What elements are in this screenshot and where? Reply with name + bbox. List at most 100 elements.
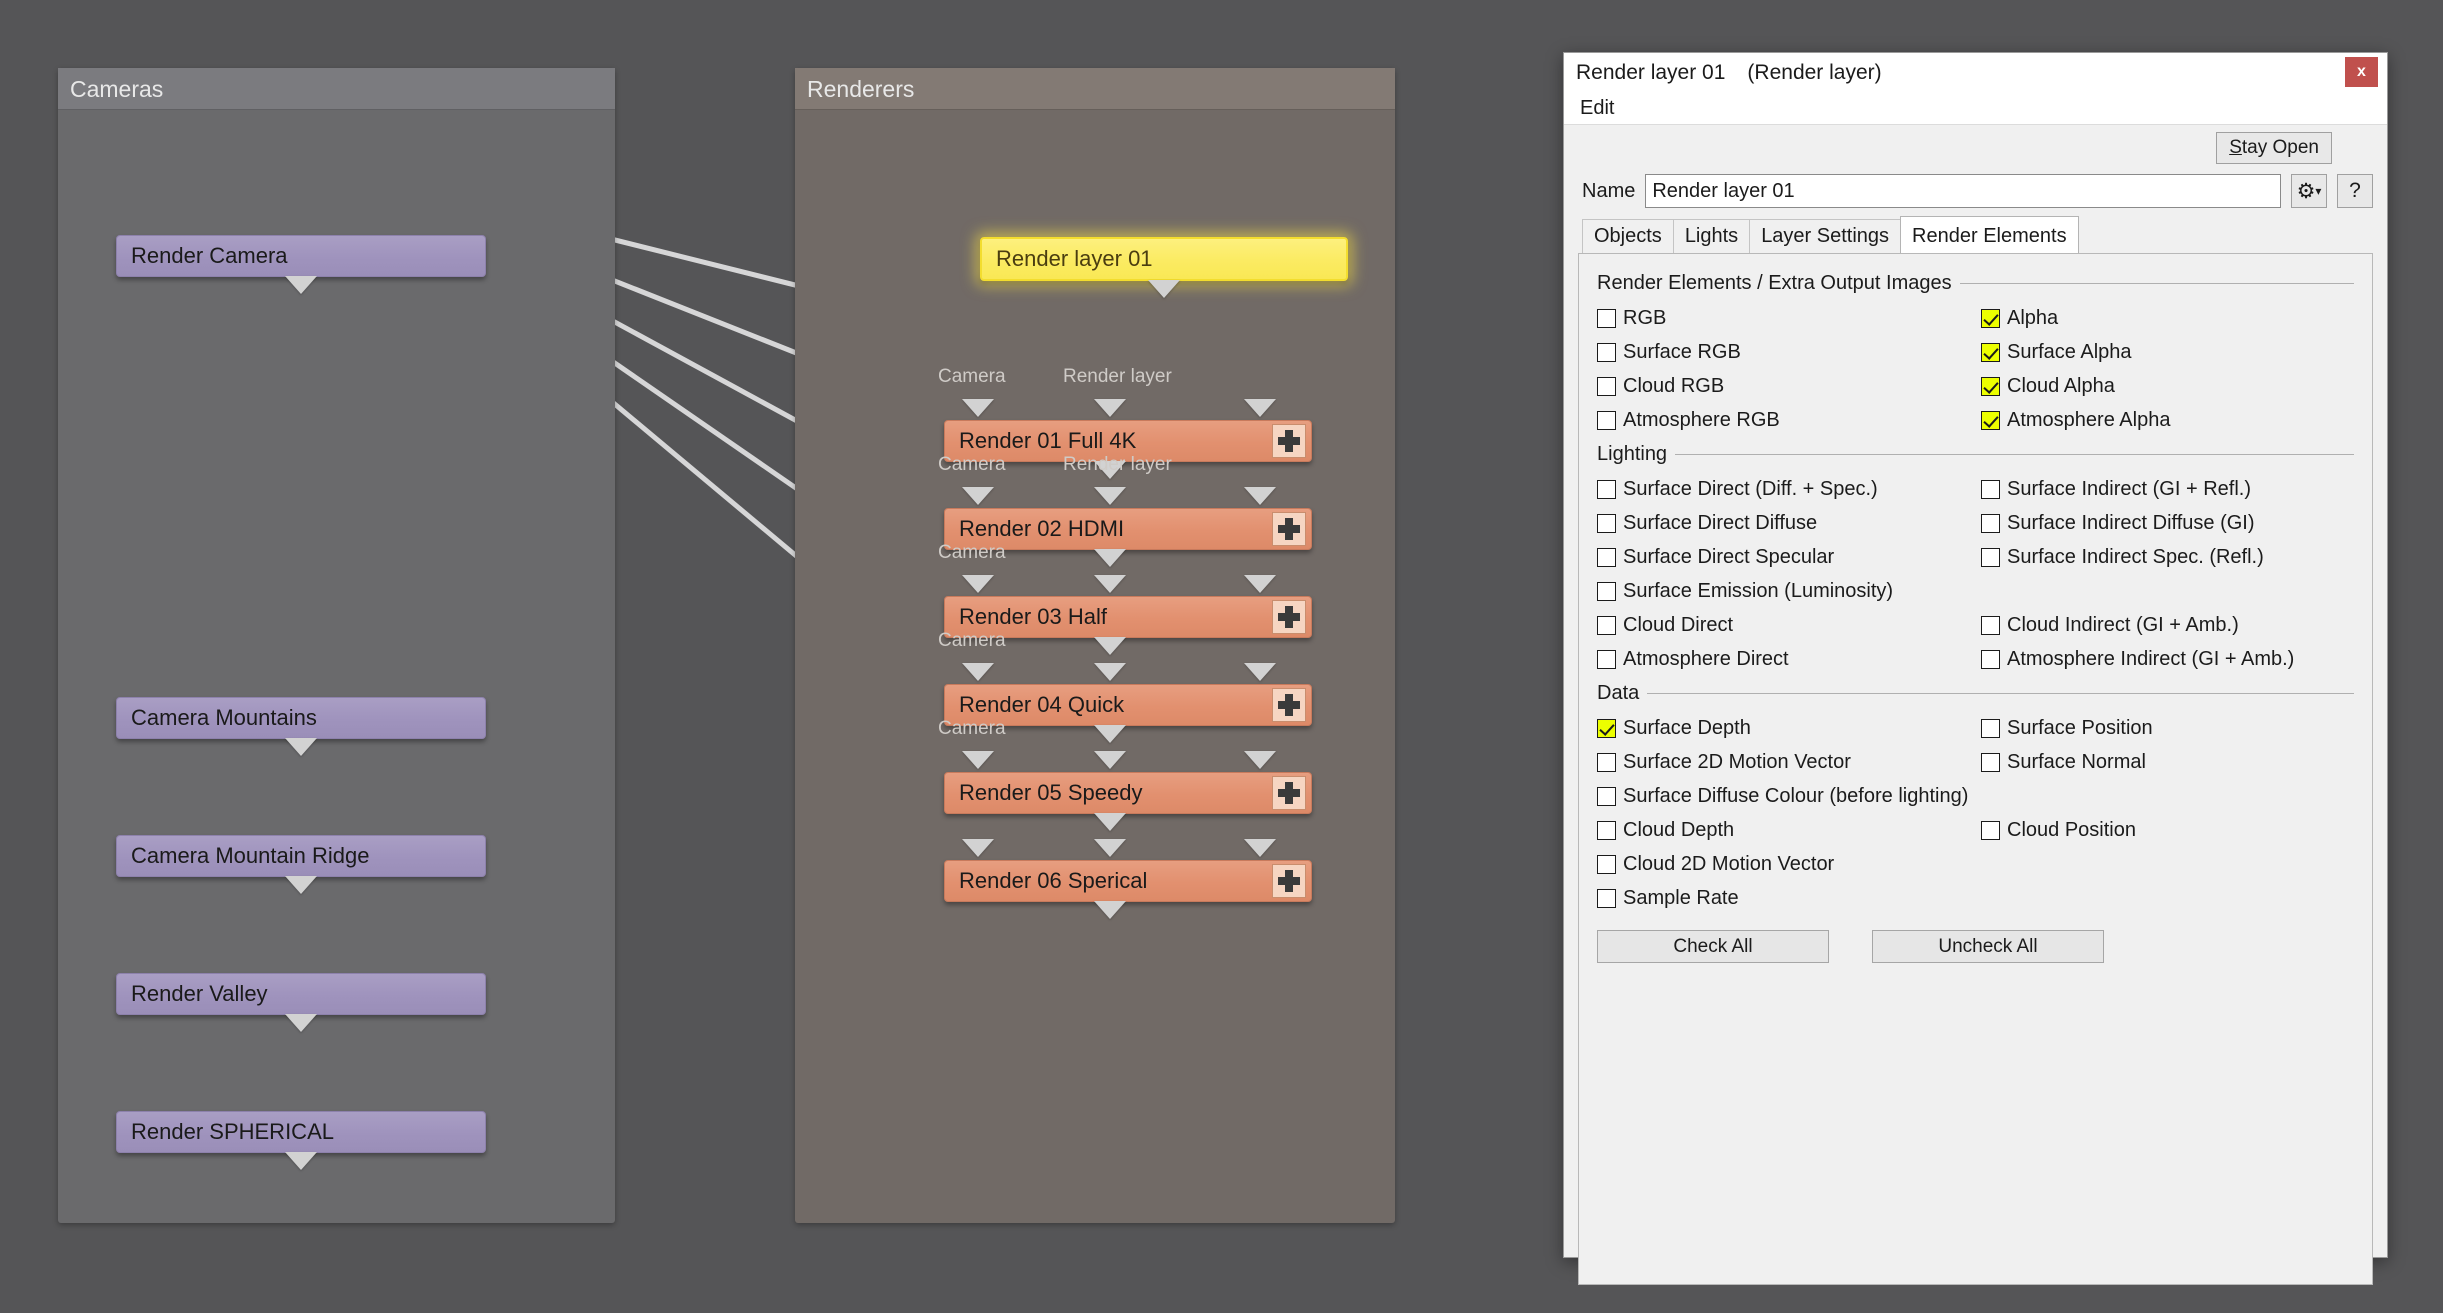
help-icon[interactable]: ? — [2337, 174, 2373, 208]
stay-open-button[interactable]: Stay Open — [2216, 132, 2332, 164]
checkbox-atmosphere-rgb[interactable]: Atmosphere RGB — [1597, 409, 1981, 432]
checkbox-checked-icon[interactable] — [1597, 719, 1616, 738]
tab-lights[interactable]: Lights — [1672, 219, 1751, 253]
input-port-triangle-icon[interactable] — [962, 663, 994, 681]
input-port-triangle-icon[interactable] — [1244, 663, 1276, 681]
checkbox-unchecked-icon[interactable] — [1597, 377, 1616, 396]
input-port-triangle-icon[interactable] — [1244, 487, 1276, 505]
checkbox-unchecked-icon[interactable] — [1981, 480, 2000, 499]
output-port-triangle-icon[interactable] — [285, 738, 317, 756]
checkbox-checked-icon[interactable] — [1981, 343, 2000, 362]
checkbox-surface-position[interactable]: Surface Position — [1981, 717, 2153, 740]
input-port-triangle-icon[interactable] — [1094, 487, 1126, 505]
output-port-triangle-icon[interactable] — [1094, 637, 1126, 655]
checkbox-unchecked-icon[interactable] — [1597, 480, 1616, 499]
checkbox-surface-direct-diff-spec[interactable]: Surface Direct (Diff. + Spec.) — [1597, 478, 1981, 501]
checkbox-unchecked-icon[interactable] — [1597, 616, 1616, 635]
checkbox-cloud-2d-motion-vector[interactable]: Cloud 2D Motion Vector — [1597, 853, 1981, 876]
checkbox-surface-direct-specular[interactable]: Surface Direct Specular — [1597, 546, 1981, 569]
checkbox-surface-indirect-spec-refl[interactable]: Surface Indirect Spec. (Refl.) — [1981, 546, 2264, 569]
checkbox-cloud-position[interactable]: Cloud Position — [1981, 819, 2136, 842]
camera-node[interactable]: Render Valley — [116, 973, 486, 1015]
checkbox-cloud-depth[interactable]: Cloud Depth — [1597, 819, 1981, 842]
checkbox-checked-icon[interactable] — [1981, 309, 2000, 328]
tab-objects[interactable]: Objects — [1582, 219, 1674, 253]
checkbox-unchecked-icon[interactable] — [1597, 582, 1616, 601]
renderer-node[interactable]: Render 05 Speedy — [944, 772, 1312, 814]
input-port-triangle-icon[interactable] — [1094, 839, 1126, 857]
checkbox-unchecked-icon[interactable] — [1981, 719, 2000, 738]
input-port-triangle-icon[interactable] — [1244, 399, 1276, 417]
plus-icon[interactable] — [1272, 688, 1306, 722]
checkbox-unchecked-icon[interactable] — [1981, 616, 2000, 635]
checkbox-surface-emission-luminosity[interactable]: Surface Emission (Luminosity) — [1597, 580, 1981, 603]
checkbox-surface-diffuse-colour-before-lighting[interactable]: Surface Diffuse Colour (before lighting) — [1597, 785, 1981, 808]
plus-icon[interactable] — [1272, 600, 1306, 634]
checkbox-surface-alpha[interactable]: Surface Alpha — [1981, 341, 2132, 364]
check-all-button[interactable]: Check All — [1597, 930, 1829, 963]
gear-icon[interactable]: ⚙ ▾ — [2291, 174, 2327, 208]
checkbox-atmosphere-indirect-gi-amb[interactable]: Atmosphere Indirect (GI + Amb.) — [1981, 648, 2294, 671]
camera-node[interactable]: Render SPHERICAL — [116, 1111, 486, 1153]
checkbox-checked-icon[interactable] — [1981, 411, 2000, 430]
output-port-triangle-icon[interactable] — [1094, 725, 1126, 743]
checkbox-surface-direct-diffuse[interactable]: Surface Direct Diffuse — [1597, 512, 1981, 535]
checkbox-alpha[interactable]: Alpha — [1981, 307, 2058, 330]
checkbox-cloud-indirect-gi-amb[interactable]: Cloud Indirect (GI + Amb.) — [1981, 614, 2239, 637]
renderer-node[interactable]: Render 06 Sperical — [944, 860, 1312, 902]
name-input[interactable] — [1645, 174, 2281, 208]
checkbox-unchecked-icon[interactable] — [1597, 821, 1616, 840]
plus-icon[interactable] — [1272, 512, 1306, 546]
checkbox-surface-rgb[interactable]: Surface RGB — [1597, 341, 1981, 364]
input-port-triangle-icon[interactable] — [1244, 839, 1276, 857]
plus-icon[interactable] — [1272, 864, 1306, 898]
input-port-triangle-icon[interactable] — [962, 399, 994, 417]
checkbox-unchecked-icon[interactable] — [1597, 855, 1616, 874]
checkbox-atmosphere-alpha[interactable]: Atmosphere Alpha — [1981, 409, 2170, 432]
input-port-triangle-icon[interactable] — [962, 751, 994, 769]
input-port-triangle-icon[interactable] — [962, 575, 994, 593]
checkbox-rgb[interactable]: RGB — [1597, 307, 1981, 330]
checkbox-unchecked-icon[interactable] — [1597, 411, 1616, 430]
input-port-triangle-icon[interactable] — [1244, 575, 1276, 593]
render-layer-node[interactable]: Render layer 01 — [980, 237, 1348, 281]
checkbox-unchecked-icon[interactable] — [1981, 753, 2000, 772]
checkbox-surface-normal[interactable]: Surface Normal — [1981, 751, 2146, 774]
menu-item-edit[interactable]: Edit — [1576, 97, 1618, 120]
checkbox-unchecked-icon[interactable] — [1597, 650, 1616, 669]
tab-render-elements[interactable]: Render Elements — [1900, 216, 2079, 253]
camera-node[interactable]: Camera Mountains — [116, 697, 486, 739]
output-port-triangle-icon[interactable] — [285, 1014, 317, 1032]
input-port-triangle-icon[interactable] — [962, 839, 994, 857]
output-port-triangle-icon[interactable] — [1094, 813, 1126, 831]
checkbox-unchecked-icon[interactable] — [1981, 514, 2000, 533]
checkbox-cloud-direct[interactable]: Cloud Direct — [1597, 614, 1981, 637]
input-port-triangle-icon[interactable] — [1094, 751, 1126, 769]
input-port-triangle-icon[interactable] — [962, 487, 994, 505]
checkbox-cloud-alpha[interactable]: Cloud Alpha — [1981, 375, 2115, 398]
checkbox-surface-indirect-gi-refl[interactable]: Surface Indirect (GI + Refl.) — [1981, 478, 2251, 501]
checkbox-atmosphere-direct[interactable]: Atmosphere Direct — [1597, 648, 1981, 671]
checkbox-surface-2d-motion-vector[interactable]: Surface 2D Motion Vector — [1597, 751, 1981, 774]
checkbox-unchecked-icon[interactable] — [1597, 343, 1616, 362]
output-port-triangle-icon[interactable] — [285, 876, 317, 894]
checkbox-unchecked-icon[interactable] — [1981, 650, 2000, 669]
input-port-triangle-icon[interactable] — [1094, 663, 1126, 681]
checkbox-checked-icon[interactable] — [1981, 377, 2000, 396]
checkbox-unchecked-icon[interactable] — [1981, 821, 2000, 840]
checkbox-unchecked-icon[interactable] — [1981, 548, 2000, 567]
output-port-triangle-icon[interactable] — [285, 1152, 317, 1170]
close-icon[interactable]: x — [2345, 57, 2378, 87]
checkbox-cloud-rgb[interactable]: Cloud RGB — [1597, 375, 1981, 398]
input-port-triangle-icon[interactable] — [1094, 575, 1126, 593]
checkbox-sample-rate[interactable]: Sample Rate — [1597, 887, 1981, 910]
input-port-triangle-icon[interactable] — [1244, 751, 1276, 769]
output-port-triangle-icon[interactable] — [1094, 901, 1126, 919]
plus-icon[interactable] — [1272, 776, 1306, 810]
checkbox-unchecked-icon[interactable] — [1597, 309, 1616, 328]
output-port-triangle-icon[interactable] — [285, 276, 317, 294]
checkbox-unchecked-icon[interactable] — [1597, 514, 1616, 533]
input-port-triangle-icon[interactable] — [1094, 399, 1126, 417]
checkbox-unchecked-icon[interactable] — [1597, 548, 1616, 567]
checkbox-unchecked-icon[interactable] — [1597, 889, 1616, 908]
